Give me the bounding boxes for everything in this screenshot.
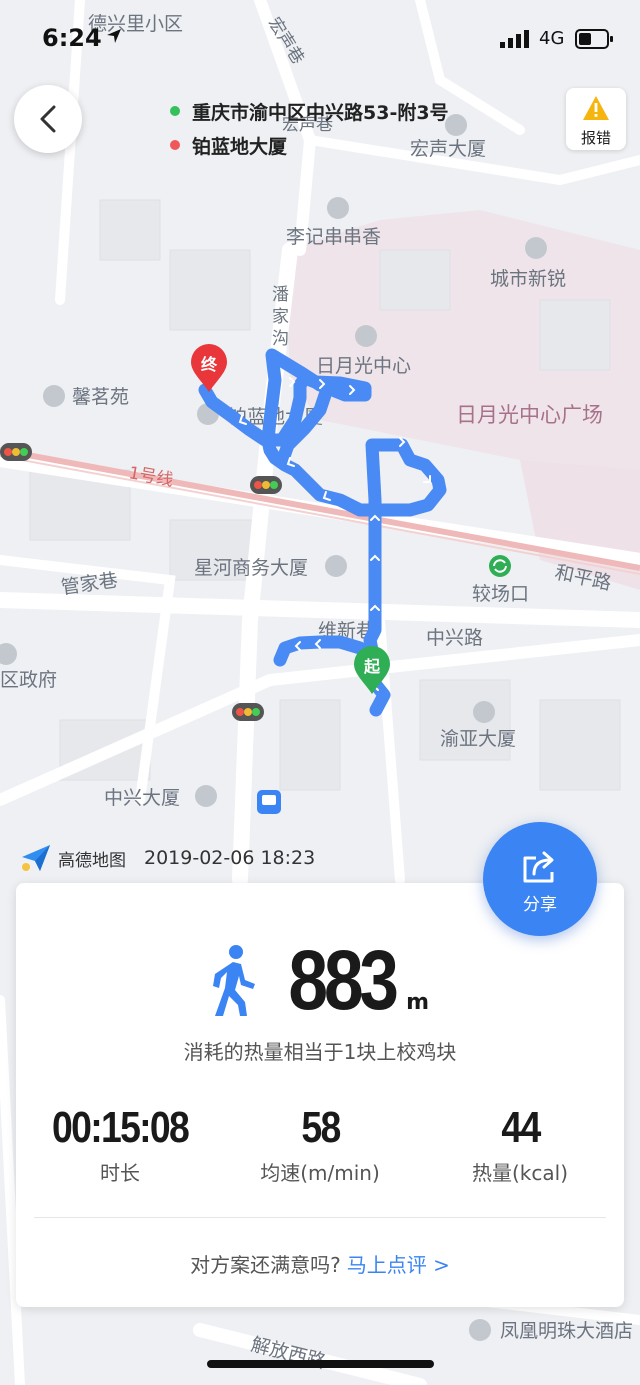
end-marker[interactable]: 终 <box>189 344 229 394</box>
map-label: 中兴大厦 <box>104 787 180 809</box>
status-bar: 6:24 4G <box>0 22 640 58</box>
signal-icon <box>500 30 532 52</box>
map-label: 城市新锐 <box>490 268 566 290</box>
map-brand: 高德地图 2019-02-06 18:23 <box>20 843 315 873</box>
map-label: 日月光中心 <box>316 355 411 377</box>
duration-label: 时长 <box>100 1161 140 1185</box>
back-button[interactable] <box>14 85 82 153</box>
map-label: 馨茗苑 <box>72 386 129 408</box>
map-label: 凤凰明珠大酒店 <box>500 1320 633 1342</box>
report-label: 报错 <box>580 129 611 147</box>
map-label: 星河商务大厦 <box>194 557 308 579</box>
summary-card: 883 m 消耗的热量相当于1块上校鸡块 00:15:08 时长 58 均速(m/… <box>16 883 624 1307</box>
route-timestamp: 2019-02-06 18:23 <box>144 847 316 869</box>
stat-speed: 58 均速(m/min) <box>220 1103 420 1186</box>
end-marker-label: 终 <box>200 355 217 374</box>
end-address: 铂蓝地大厦 <box>192 135 288 158</box>
calorie-equivalent: 消耗的热量相当于1块上校鸡块 <box>183 1040 457 1064</box>
start-marker[interactable]: 起 <box>352 646 392 696</box>
location-arrow-icon <box>106 28 122 48</box>
map-label: 潘 <box>272 285 289 305</box>
warning-icon <box>583 96 609 120</box>
map-label: 区政府 <box>0 669 57 691</box>
speed-label: 均速(m/min) <box>260 1161 380 1185</box>
walking-icon <box>211 944 257 1022</box>
distance-value: 883 <box>288 933 399 1027</box>
map-label: 日月光中心广场 <box>456 403 603 427</box>
home-indicator[interactable] <box>207 1360 434 1368</box>
speed-value: 58 <box>300 1103 341 1152</box>
calories-value: 44 <box>500 1103 541 1152</box>
feedback-row: 对方案还满意吗? 马上点评 > <box>16 1249 624 1278</box>
start-address-row: 重庆市渝中区中兴路53-附3号 <box>170 94 449 128</box>
feedback-question: 对方案还满意吗? <box>190 1253 341 1277</box>
brand-name: 高德地图 <box>58 850 126 871</box>
map-label: 渝亚大厦 <box>440 728 516 750</box>
duration-value: 00:15:08 <box>51 1103 190 1152</box>
map-label: 李记串串香 <box>286 226 381 248</box>
status-time: 6:24 <box>42 24 102 52</box>
share-icon <box>523 851 554 883</box>
distance-unit: m <box>406 990 430 1015</box>
start-dot <box>170 106 180 116</box>
start-marker-label: 起 <box>363 657 380 676</box>
route-addresses: 重庆市渝中区中兴路53-附3号 铂蓝地大厦 <box>170 94 449 162</box>
back-chevron-icon <box>40 105 56 133</box>
share-button[interactable]: 分享 <box>483 822 597 936</box>
stat-calories: 44 热量(kcal) <box>420 1103 620 1186</box>
rate-now-link[interactable]: 马上点评 > <box>347 1253 450 1277</box>
share-label: 分享 <box>523 895 557 915</box>
network-type: 4G <box>539 28 565 49</box>
metro-station-icon <box>489 555 511 577</box>
end-address-row: 铂蓝地大厦 <box>170 128 449 162</box>
stat-duration: 00:15:08 时长 <box>20 1103 220 1186</box>
report-error-button[interactable]: 报错 <box>566 88 626 150</box>
end-dot <box>170 140 180 150</box>
card-divider <box>34 1217 606 1218</box>
map-label: 较场口 <box>472 583 529 605</box>
map-label: 中兴路 <box>426 627 483 649</box>
start-address: 重庆市渝中区中兴路53-附3号 <box>192 101 449 124</box>
map-label: 沟 <box>272 329 289 349</box>
battery-icon <box>575 29 615 53</box>
distance-display: 883 m <box>16 938 624 1022</box>
map-label: 家 <box>272 307 289 327</box>
calories-label: 热量(kcal) <box>472 1161 568 1185</box>
gaode-logo-icon <box>22 845 50 871</box>
